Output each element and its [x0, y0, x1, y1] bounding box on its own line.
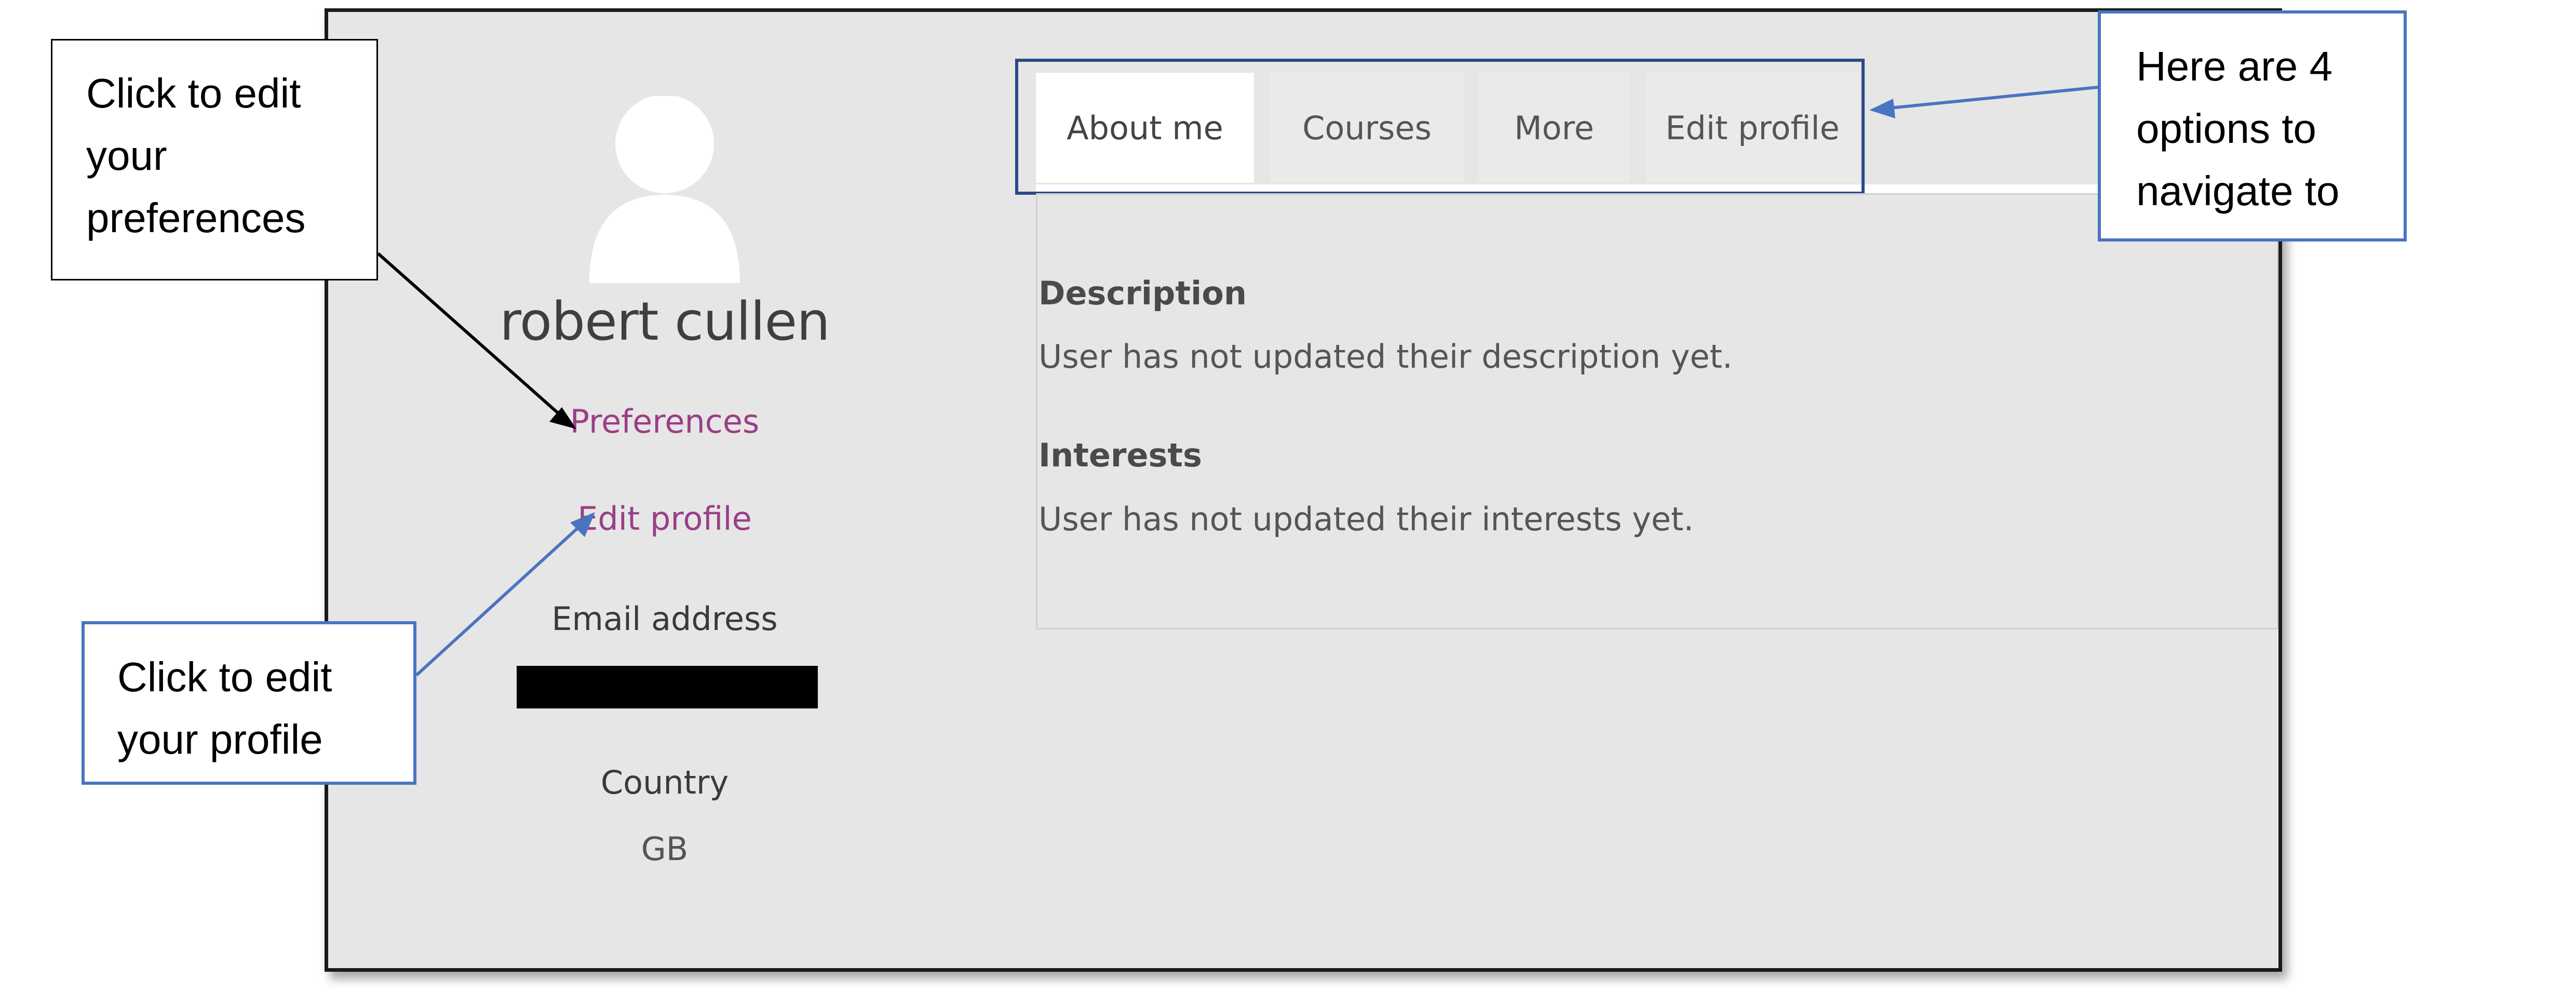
arrow-to-tabs [1869, 86, 2098, 118]
arrow-to-edit-profile [415, 512, 595, 677]
arrow-to-preferences [377, 252, 576, 429]
annotation-arrows [377, 86, 2098, 677]
